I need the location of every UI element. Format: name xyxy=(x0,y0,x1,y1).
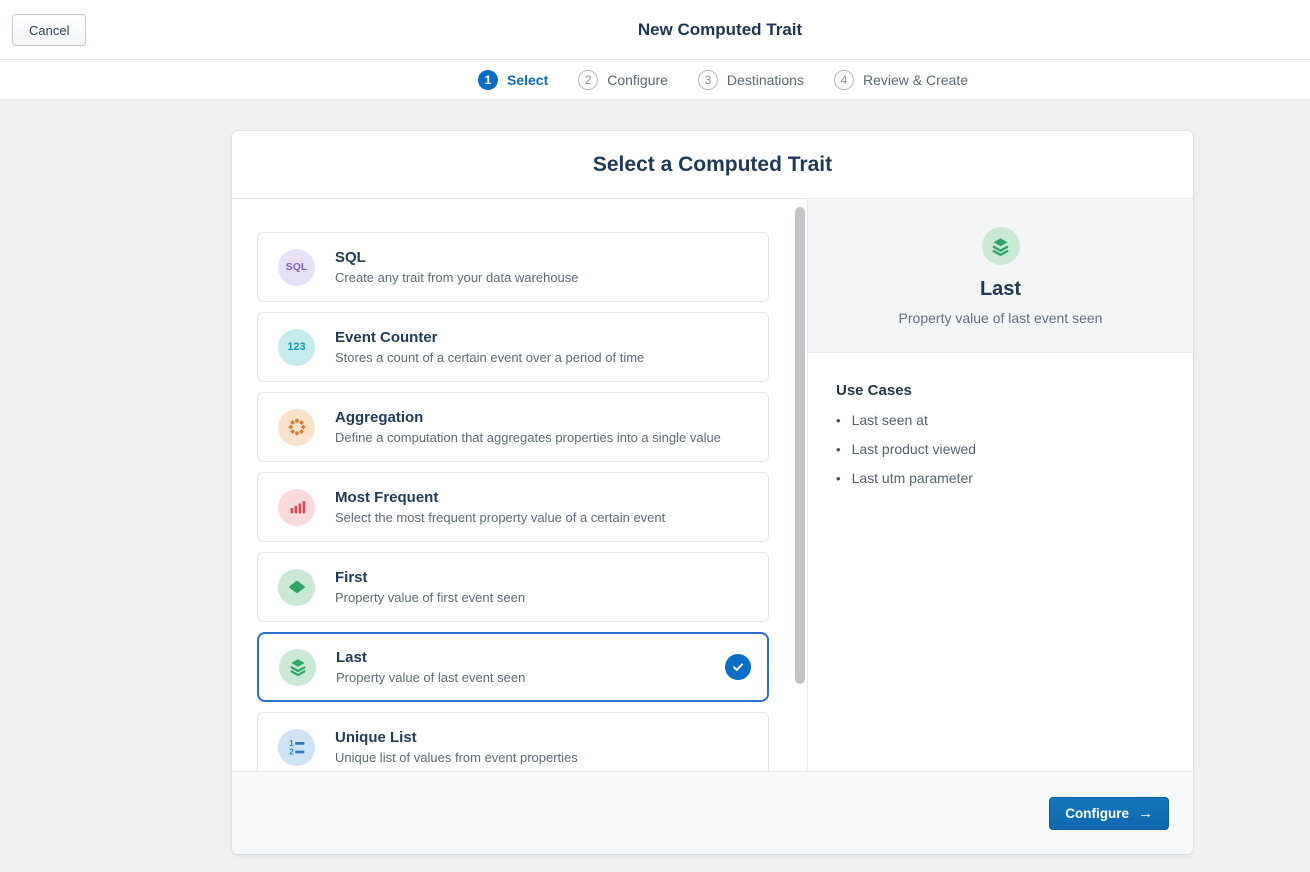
page-title: New Computed Trait xyxy=(638,0,802,60)
numbered-list-icon: 1 2 xyxy=(278,729,315,766)
step-destinations[interactable]: 3 Destinations xyxy=(698,70,804,90)
trait-title: Aggregation xyxy=(335,409,721,426)
step-3-label: Destinations xyxy=(727,72,804,88)
diamond-icon xyxy=(278,569,315,606)
trait-detail-panel: Last Property value of last event seen U… xyxy=(807,199,1193,771)
trait-description: Stores a count of a certain event over a… xyxy=(335,350,644,365)
trait-option-list: SQL SQL Create any trait from your data … xyxy=(232,199,793,771)
use-cases-title: Use Cases xyxy=(836,382,1173,399)
step-1-circle: 1 xyxy=(478,70,498,90)
use-case-text: Last utm parameter xyxy=(852,470,973,486)
trait-title: Unique List xyxy=(335,729,578,746)
trait-description: Define a computation that aggregates pro… xyxy=(335,430,721,445)
trait-description: Unique list of values from event propert… xyxy=(335,750,578,765)
bullet-icon: • xyxy=(836,442,841,457)
trait-option-unique-list[interactable]: 1 2 Unique List Unique list of values fr… xyxy=(257,712,769,771)
select-trait-card: Select a Computed Trait SQL SQL Create a… xyxy=(232,131,1193,854)
stepper-bar: 1 Select 2 Configure 3 Destinations 4 Re… xyxy=(0,60,1310,100)
card-footer: Configure → xyxy=(232,771,1193,854)
use-cases-section: Use Cases • Last seen at • Last product … xyxy=(808,353,1193,486)
use-case-item: • Last seen at xyxy=(836,412,1173,428)
detail-subtitle: Property value of last event seen xyxy=(899,310,1103,326)
trait-option-aggregation[interactable]: Aggregation Define a computation that ag… xyxy=(257,392,769,462)
trait-option-sql[interactable]: SQL SQL Create any trait from your data … xyxy=(257,232,769,302)
step-4-circle: 4 xyxy=(834,70,854,90)
detail-title: Last xyxy=(980,278,1021,301)
layers-icon xyxy=(279,649,316,686)
step-configure[interactable]: 2 Configure xyxy=(578,70,668,90)
step-3-circle: 3 xyxy=(698,70,718,90)
trait-option-most-frequent[interactable]: Most Frequent Select the most frequent p… xyxy=(257,472,769,542)
trait-title: First xyxy=(335,569,525,586)
cancel-button[interactable]: Cancel xyxy=(12,14,86,46)
card-header: Select a Computed Trait xyxy=(232,131,1193,199)
trait-option-first[interactable]: First Property value of first event seen xyxy=(257,552,769,622)
configure-button[interactable]: Configure → xyxy=(1049,797,1169,830)
trait-description: Create any trait from your data warehous… xyxy=(335,270,579,285)
bar-chart-icon xyxy=(278,489,315,526)
numbers-123-icon: 123 xyxy=(278,329,315,366)
use-case-text: Last product viewed xyxy=(852,441,977,457)
top-bar: Cancel New Computed Trait xyxy=(0,0,1310,60)
step-select[interactable]: 1 Select xyxy=(478,70,548,90)
trait-description: Property value of last event seen xyxy=(336,670,525,685)
step-2-label: Configure xyxy=(607,72,668,88)
trait-title: Event Counter xyxy=(335,329,644,346)
use-case-item: • Last product viewed xyxy=(836,441,1173,457)
step-4-label: Review & Create xyxy=(863,72,968,88)
svg-text:2: 2 xyxy=(289,748,294,757)
trait-description: Select the most frequent property value … xyxy=(335,510,665,525)
trait-title: Last xyxy=(336,649,525,666)
trait-list-scrollbar xyxy=(793,199,807,771)
stepper-steps: 1 Select 2 Configure 3 Destinations 4 Re… xyxy=(478,60,968,100)
trait-option-last[interactable]: Last Property value of last event seen xyxy=(257,632,769,702)
selected-check-icon xyxy=(725,654,751,680)
configure-button-label: Configure xyxy=(1065,806,1129,821)
layers-icon xyxy=(982,227,1020,265)
bullet-icon: • xyxy=(836,413,841,428)
detail-header: Last Property value of last event seen xyxy=(808,199,1193,353)
card-body: SQL SQL Create any trait from your data … xyxy=(232,199,1193,771)
sql-badge-icon: SQL xyxy=(278,249,315,286)
arrow-right-icon: → xyxy=(1138,805,1153,822)
trait-description: Property value of first event seen xyxy=(335,590,525,605)
step-2-circle: 2 xyxy=(578,70,598,90)
bullet-icon: • xyxy=(836,471,841,486)
step-review-create[interactable]: 4 Review & Create xyxy=(834,70,968,90)
use-case-item: • Last utm parameter xyxy=(836,470,1173,486)
step-1-label: Select xyxy=(507,72,548,88)
trait-option-event-counter[interactable]: 123 Event Counter Stores a count of a ce… xyxy=(257,312,769,382)
aggregation-burst-icon xyxy=(278,409,315,446)
trait-title: SQL xyxy=(335,249,579,266)
trait-title: Most Frequent xyxy=(335,489,665,506)
scrollbar-thumb[interactable] xyxy=(795,207,805,684)
use-case-text: Last seen at xyxy=(852,412,928,428)
card-title: Select a Computed Trait xyxy=(593,153,832,177)
